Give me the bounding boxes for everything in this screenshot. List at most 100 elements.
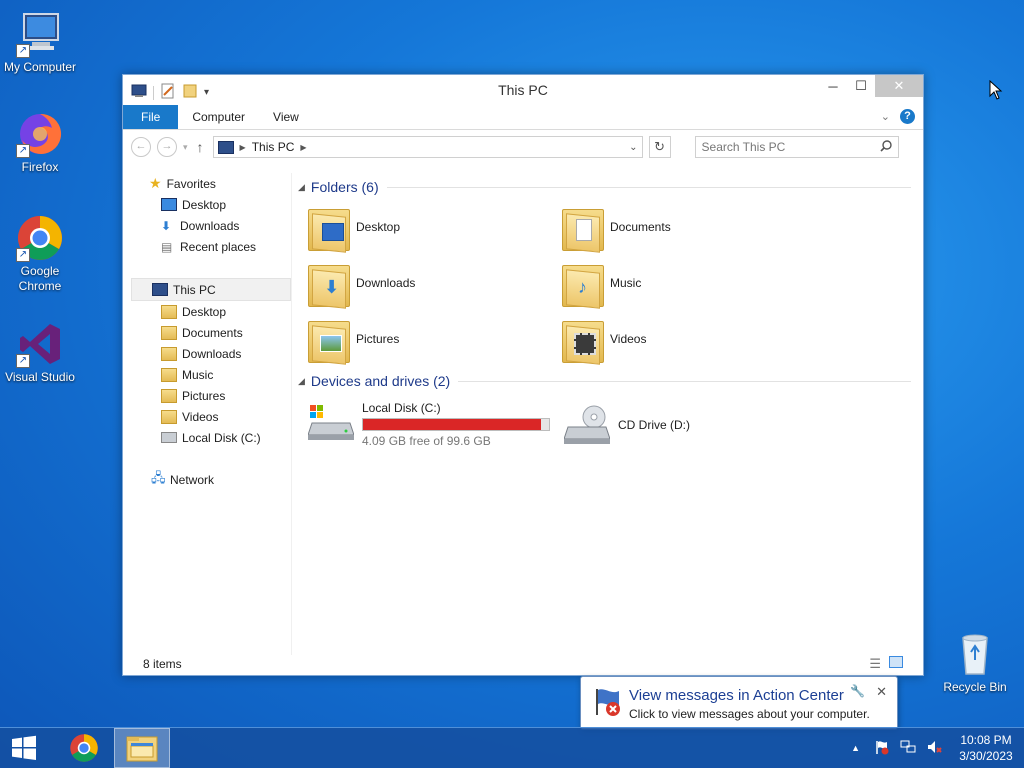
desktop-icon-my-computer[interactable]: ↗ My Computer <box>0 10 80 75</box>
clock[interactable]: 10:08 PM 3/30/2023 <box>948 732 1024 764</box>
title-bar[interactable]: ▾ This PC ─ ☐ ✕ <box>123 75 923 105</box>
breadcrumb-this-pc[interactable]: This PC <box>252 140 295 154</box>
notification-close-button[interactable]: ✕ <box>876 684 887 700</box>
show-hidden-icons-icon[interactable]: ▲ <box>851 743 860 753</box>
shortcut-arrow-icon: ↗ <box>16 144 30 158</box>
folder-icon <box>161 367 177 382</box>
close-button[interactable]: ✕ <box>875 75 923 97</box>
collapse-arrow-icon[interactable]: ◢ <box>298 182 305 193</box>
explorer-window[interactable]: ▾ This PC ─ ☐ ✕ File Computer View ⌄ ? ←… <box>122 74 924 676</box>
tab-computer[interactable]: Computer <box>178 105 259 129</box>
folder-icon <box>161 304 177 319</box>
pin-icon[interactable]: 🔧 <box>850 684 865 698</box>
search-input[interactable]: Search This PC <box>694 136 899 158</box>
clock-date: 3/30/2023 <box>959 749 1013 763</box>
navigation-pane: ★ Favorites Desktop ⬇ Downloads ▤ Recent… <box>131 173 292 655</box>
visual-studio-icon: ↗ <box>16 320 64 368</box>
folder-pictures-icon <box>308 317 350 365</box>
desktop-icon-visual-studio[interactable]: ↗ Visual Studio <box>0 320 80 385</box>
drive-tile-c[interactable]: Local Disk (C:) 4.09 GB free of 99.6 GB <box>298 401 554 448</box>
nav-label: Downloads <box>180 218 240 233</box>
action-center-tray-icon[interactable] <box>874 739 890 758</box>
folder-icon <box>161 325 177 340</box>
nav-favorites-recent-places[interactable]: ▤ Recent places <box>131 236 291 257</box>
action-center-notification[interactable]: View messages in Action Center Click to … <box>580 676 898 730</box>
taskbar-file-explorer[interactable] <box>114 728 170 768</box>
drive-icon <box>161 432 177 443</box>
nav-this-pc-pictures[interactable]: Pictures <box>131 385 291 406</box>
minimize-button[interactable]: ─ <box>819 75 847 97</box>
nav-favorites-desktop[interactable]: Desktop <box>131 194 291 215</box>
breadcrumb-separator-icon: ▶ <box>239 142 246 152</box>
refresh-button[interactable]: ↻ <box>648 136 671 158</box>
forward-button[interactable]: → <box>157 137 177 157</box>
folder-desktop-icon <box>308 205 350 253</box>
up-button[interactable]: ↑ <box>197 139 204 155</box>
nav-label: Desktop <box>182 304 227 319</box>
folder-tile-downloads[interactable]: ⬇ Downloads <box>298 259 552 309</box>
folder-tile-music[interactable]: ♪ Music <box>552 259 806 309</box>
nav-favorites[interactable]: ★ Favorites <box>131 173 291 194</box>
nav-favorites-downloads[interactable]: ⬇ Downloads <box>131 215 291 236</box>
ribbon-tabs: File Computer View ⌄ ? <box>123 105 923 130</box>
taskbar-chrome[interactable] <box>56 728 112 768</box>
nav-this-pc-videos[interactable]: Videos <box>131 406 291 427</box>
shortcut-arrow-icon: ↗ <box>16 354 30 368</box>
content-pane: ◢ Folders (6) Desktop Documents ⬇ Downlo… <box>298 165 911 655</box>
taskbar: ▲ 10:08 PM 3/30/2023 <box>0 727 1024 768</box>
back-button[interactable]: ← <box>131 137 151 157</box>
large-icons-view-icon[interactable] <box>889 656 903 668</box>
folders-group-header[interactable]: ◢ Folders (6) <box>298 177 911 197</box>
clock-time: 10:08 PM <box>960 733 1012 747</box>
nav-this-pc-desktop[interactable]: Desktop <box>131 301 291 322</box>
nav-label: Desktop <box>182 197 227 212</box>
help-icon[interactable]: ? <box>900 109 915 124</box>
details-view-icon[interactable]: ☰ <box>869 656 881 672</box>
desktop-icon-chrome[interactable]: ↗ Google Chrome <box>0 214 80 294</box>
tab-view[interactable]: View <box>259 105 313 129</box>
nav-this-pc-local-disk[interactable]: Local Disk (C:) <box>131 427 291 448</box>
chrome-icon: ↗ <box>16 214 64 262</box>
network-tray-icon[interactable] <box>900 739 916 758</box>
address-dropdown-icon[interactable]: ⌄ <box>629 142 637 153</box>
local-disk-icon <box>307 401 355 441</box>
folder-tile-videos[interactable]: Videos <box>552 315 806 365</box>
breadcrumb-chevron-icon[interactable]: ▶ <box>300 143 306 152</box>
desktop-icon-firefox[interactable]: ↗ Firefox <box>0 110 80 175</box>
windows-logo-icon <box>12 735 36 760</box>
computer-icon: ↗ <box>16 10 64 58</box>
nav-this-pc[interactable]: This PC <box>131 278 291 301</box>
folder-music-icon: ♪ <box>562 261 604 309</box>
mouse-cursor-icon <box>989 80 1003 100</box>
address-bar[interactable]: ▶ This PC ▶ ⌄ <box>212 136 643 158</box>
nav-label: Favorites <box>166 176 216 191</box>
folder-label: Pictures <box>356 332 400 346</box>
navigation-bar: ← → ▾ ↑ ▶ This PC ▶ ⌄ ↻ Search This PC <box>123 130 923 164</box>
folder-tile-desktop[interactable]: Desktop <box>298 203 552 253</box>
folder-icon <box>161 409 177 424</box>
folder-icon <box>161 346 177 361</box>
chrome-icon <box>70 734 98 762</box>
nav-network[interactable]: 🖧 Network <box>131 469 291 490</box>
collapse-arrow-icon[interactable]: ◢ <box>298 376 305 387</box>
folder-label: Desktop <box>356 220 401 234</box>
tab-file[interactable]: File <box>123 105 179 129</box>
folder-tile-documents[interactable]: Documents <box>552 203 806 253</box>
folder-tile-pictures[interactable]: Pictures <box>298 315 552 365</box>
nav-this-pc-documents[interactable]: Documents <box>131 322 291 343</box>
desktop-icon-recycle-bin[interactable]: Recycle Bin <box>935 630 1015 695</box>
recent-locations-icon[interactable]: ▾ <box>183 142 188 153</box>
nav-this-pc-downloads[interactable]: Downloads <box>131 343 291 364</box>
search-placeholder: Search This PC <box>701 140 786 154</box>
folder-label: Documents <box>610 220 671 234</box>
drive-tile-d[interactable]: CD Drive (D:) <box>554 401 690 448</box>
maximize-button[interactable]: ☐ <box>847 75 875 97</box>
search-icon[interactable] <box>879 139 892 155</box>
start-button[interactable] <box>0 728 48 768</box>
firefox-icon: ↗ <box>16 110 64 158</box>
nav-this-pc-music[interactable]: Music <box>131 364 291 385</box>
expand-ribbon-icon[interactable]: ⌄ <box>881 110 890 123</box>
drives-group-header[interactable]: ◢ Devices and drives (2) <box>298 371 911 391</box>
desktop-icon <box>161 198 177 211</box>
volume-muted-icon[interactable] <box>926 739 942 758</box>
